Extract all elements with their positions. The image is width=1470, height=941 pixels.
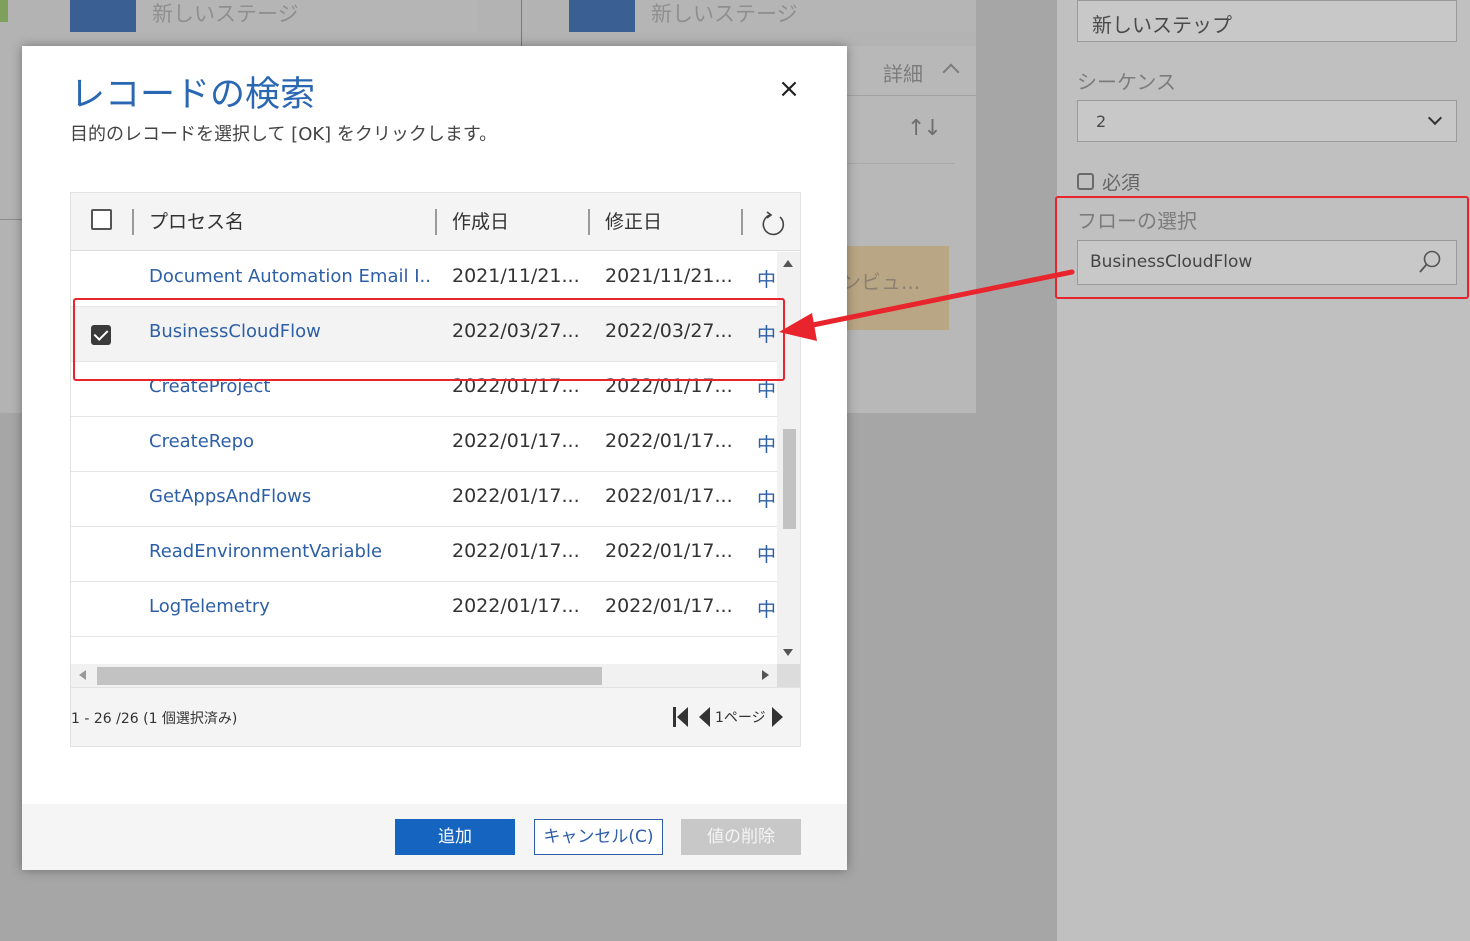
dialog-subtitle: 目的のレコードを選択して [OK] をクリックします。 — [70, 124, 498, 145]
grid-header: プロセス名 作成日 修正日 — [71, 193, 800, 251]
vertical-scroll-thumb[interactable] — [783, 429, 796, 529]
dialog-footer: 追加 キャンセル(C) 値の削除 — [22, 804, 847, 870]
process-name-link[interactable]: ReadEnvironmentVariable — [149, 541, 429, 562]
pager: 1ページ — [673, 706, 783, 728]
stage-label: 新しいステージ — [651, 2, 798, 26]
lookup-records-dialog: レコードの検索 × 目的のレコードを選択して [OK] をクリックします。 プロ… — [22, 46, 847, 870]
created-on-cell: 2022/01/17... — [452, 430, 580, 452]
stage-icon — [569, 0, 635, 32]
process-name-link[interactable]: Document Automation Email I... — [149, 266, 429, 287]
modified-on-cell: 2022/01/17... — [605, 595, 733, 617]
scrollbar-corner — [777, 664, 800, 687]
table-row[interactable]: LogTelemetry 2022/01/17... 2022/01/17...… — [71, 582, 777, 637]
select-all-checkbox[interactable] — [91, 209, 112, 230]
dialog-title: レコードの検索 — [70, 75, 316, 115]
table-row[interactable]: GetAppsAndFlows 2022/01/17... 2022/01/17… — [71, 472, 777, 527]
column-divider[interactable] — [132, 209, 134, 235]
records-grid: プロセス名 作成日 修正日 Document Automation Email … — [70, 192, 801, 747]
created-on-cell: 2022/01/17... — [452, 485, 580, 507]
remove-value-button[interactable]: 値の削除 — [681, 819, 801, 855]
next-page-icon[interactable] — [771, 707, 783, 727]
refresh-icon[interactable] — [761, 211, 787, 237]
stage-card-2[interactable]: 新しいステージ — [569, 0, 976, 32]
stage-icon — [70, 0, 136, 32]
checkbox-box[interactable] — [1077, 173, 1094, 190]
modified-on-cell: 2022/01/17... — [605, 485, 733, 507]
properties-panel: 新しいステップ シーケンス 2 必須 フローの選択 BusinessCloudF… — [1057, 0, 1470, 941]
horizontal-scrollbar[interactable] — [71, 664, 777, 687]
horizontal-scroll-thumb[interactable] — [97, 667, 602, 685]
prev-page-icon[interactable] — [699, 707, 710, 727]
scroll-right-icon[interactable] — [762, 670, 769, 680]
created-on-cell: 2021/11/21... — [452, 265, 580, 287]
required-label: 必須 — [1102, 172, 1141, 194]
scroll-left-icon[interactable] — [79, 670, 86, 680]
cancel-button[interactable]: キャンセル(C) — [534, 819, 663, 855]
process-name-link[interactable]: LogTelemetry — [149, 596, 429, 617]
column-divider[interactable] — [588, 209, 590, 235]
status-cell[interactable]: 中 — [757, 265, 777, 292]
annotation-highlight-flow-field — [1055, 196, 1469, 299]
created-on-cell: 2022/01/17... — [452, 595, 580, 617]
sequence-label: シーケンス — [1077, 70, 1176, 94]
table-row[interactable]: ReadEnvironmentVariable 2022/01/17... 20… — [71, 527, 777, 582]
required-checkbox[interactable]: 必須 — [1077, 168, 1140, 195]
column-header-modified-on[interactable]: 修正日 — [605, 207, 662, 234]
stage-details-panel: 詳細 ↑↓ ンビュ... — [841, 46, 976, 413]
modified-on-cell: 2022/01/17... — [605, 430, 733, 452]
column-header-process-name[interactable]: プロセス名 — [149, 207, 244, 234]
chevron-up-icon — [942, 63, 960, 81]
chevron-down-icon — [1427, 110, 1443, 126]
step-name-field[interactable]: 新しいステップ — [1077, 0, 1457, 42]
column-divider[interactable] — [435, 209, 437, 235]
annotation-highlight-selected-row — [73, 298, 785, 381]
status-cell[interactable]: 中 — [757, 540, 777, 567]
status-cell[interactable]: 中 — [757, 595, 777, 622]
scroll-up-icon[interactable] — [783, 260, 793, 267]
details-header[interactable]: 詳細 — [847, 46, 976, 96]
record-count: 1 - 26 /26 (1 個選択済み) — [71, 711, 238, 727]
status-cell[interactable]: 中 — [757, 430, 777, 457]
modified-on-cell: 2022/01/17... — [605, 540, 733, 562]
process-name-link[interactable]: CreateRepo — [149, 431, 429, 452]
page-label: 1ページ — [715, 710, 766, 726]
sort-arrows-icon[interactable]: ↑↓ — [907, 116, 942, 141]
table-row[interactable]: CreateRepo 2022/01/17... 2022/01/17... 中 — [71, 417, 777, 472]
stage-connector — [521, 0, 522, 46]
sequence-select[interactable]: 2 — [1077, 100, 1457, 142]
column-header-created-on[interactable]: 作成日 — [452, 207, 509, 234]
add-button[interactable]: 追加 — [395, 819, 515, 855]
scroll-down-icon[interactable] — [783, 649, 793, 656]
created-on-cell: 2022/01/17... — [452, 540, 580, 562]
column-divider[interactable] — [741, 209, 743, 235]
step-tile-label: ンビュ... — [841, 270, 921, 294]
close-icon[interactable]: × — [776, 76, 802, 102]
step-tile[interactable]: ンビュ... — [841, 246, 949, 330]
stage-card-1[interactable]: 新しいステージ — [70, 0, 477, 32]
process-name-link[interactable]: GetAppsAndFlows — [149, 486, 429, 507]
grid-footer: 1 - 26 /26 (1 個選択済み) 1ページ — [71, 687, 800, 746]
status-cell[interactable]: 中 — [757, 485, 777, 512]
stage-label: 新しいステージ — [152, 2, 299, 26]
sequence-value: 2 — [1096, 112, 1107, 131]
first-page-icon[interactable] — [673, 706, 689, 728]
divider — [847, 163, 955, 164]
modified-on-cell: 2021/11/21... — [605, 265, 733, 287]
details-label: 詳細 — [883, 62, 923, 86]
canvas-divider — [0, 0, 22, 220]
